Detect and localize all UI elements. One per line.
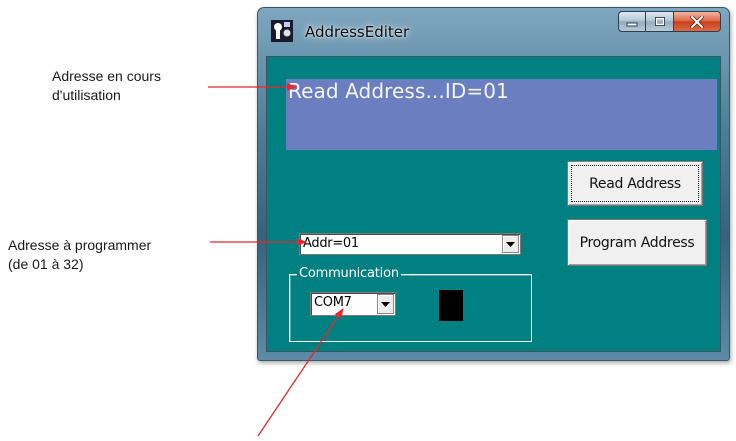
communication-group-label: Communication <box>297 266 401 281</box>
title-bar[interactable]: AddressEditer <box>258 8 729 56</box>
client-area: Read Address...ID=01 Read Address Progra… <box>266 56 721 352</box>
address-select[interactable]: Addr=01 <box>299 233 521 255</box>
connection-status-indicator <box>439 290 463 321</box>
address-select-dropdown-button[interactable] <box>502 235 519 253</box>
address-display: Read Address...ID=01 <box>286 79 717 150</box>
annotation-line: Adresse à programmer <box>8 237 152 253</box>
com-port-dropdown-button[interactable] <box>377 294 394 314</box>
annotation-line: (de 01 à 32) <box>8 256 84 272</box>
address-display-text: Read Address...ID=01 <box>288 79 509 103</box>
address-select-value: Addr=01 <box>303 236 359 251</box>
annotation-line: Adresse en cours <box>52 68 161 84</box>
chevron-down-icon <box>381 301 390 307</box>
read-address-button[interactable]: Read Address <box>567 161 703 206</box>
program-address-button[interactable]: Program Address <box>567 219 707 266</box>
program-address-label: Program Address <box>579 234 695 251</box>
maximize-button[interactable] <box>646 11 674 32</box>
minimize-icon <box>626 22 638 26</box>
minimize-button[interactable] <box>618 11 646 32</box>
chevron-down-icon <box>506 241 515 247</box>
app-icon <box>271 20 293 42</box>
focus-rect <box>571 165 699 202</box>
close-icon <box>690 15 704 28</box>
maximize-icon <box>654 17 665 26</box>
address-editer-window: AddressEditer Read Address...ID=01 Read … <box>257 7 730 361</box>
annotation-line: d'utilisation <box>52 87 121 103</box>
annotation-address-to-program: Adresse à programmer (de 01 à 32) <box>8 236 151 274</box>
close-button[interactable] <box>674 11 721 32</box>
annotation-current-address: Adresse en cours d'utilisation <box>52 67 161 105</box>
window-title: AddressEditer <box>305 23 410 41</box>
com-port-select[interactable]: COM7 <box>310 292 396 316</box>
caption-buttons <box>618 11 721 35</box>
com-port-select-value: COM7 <box>314 295 352 310</box>
